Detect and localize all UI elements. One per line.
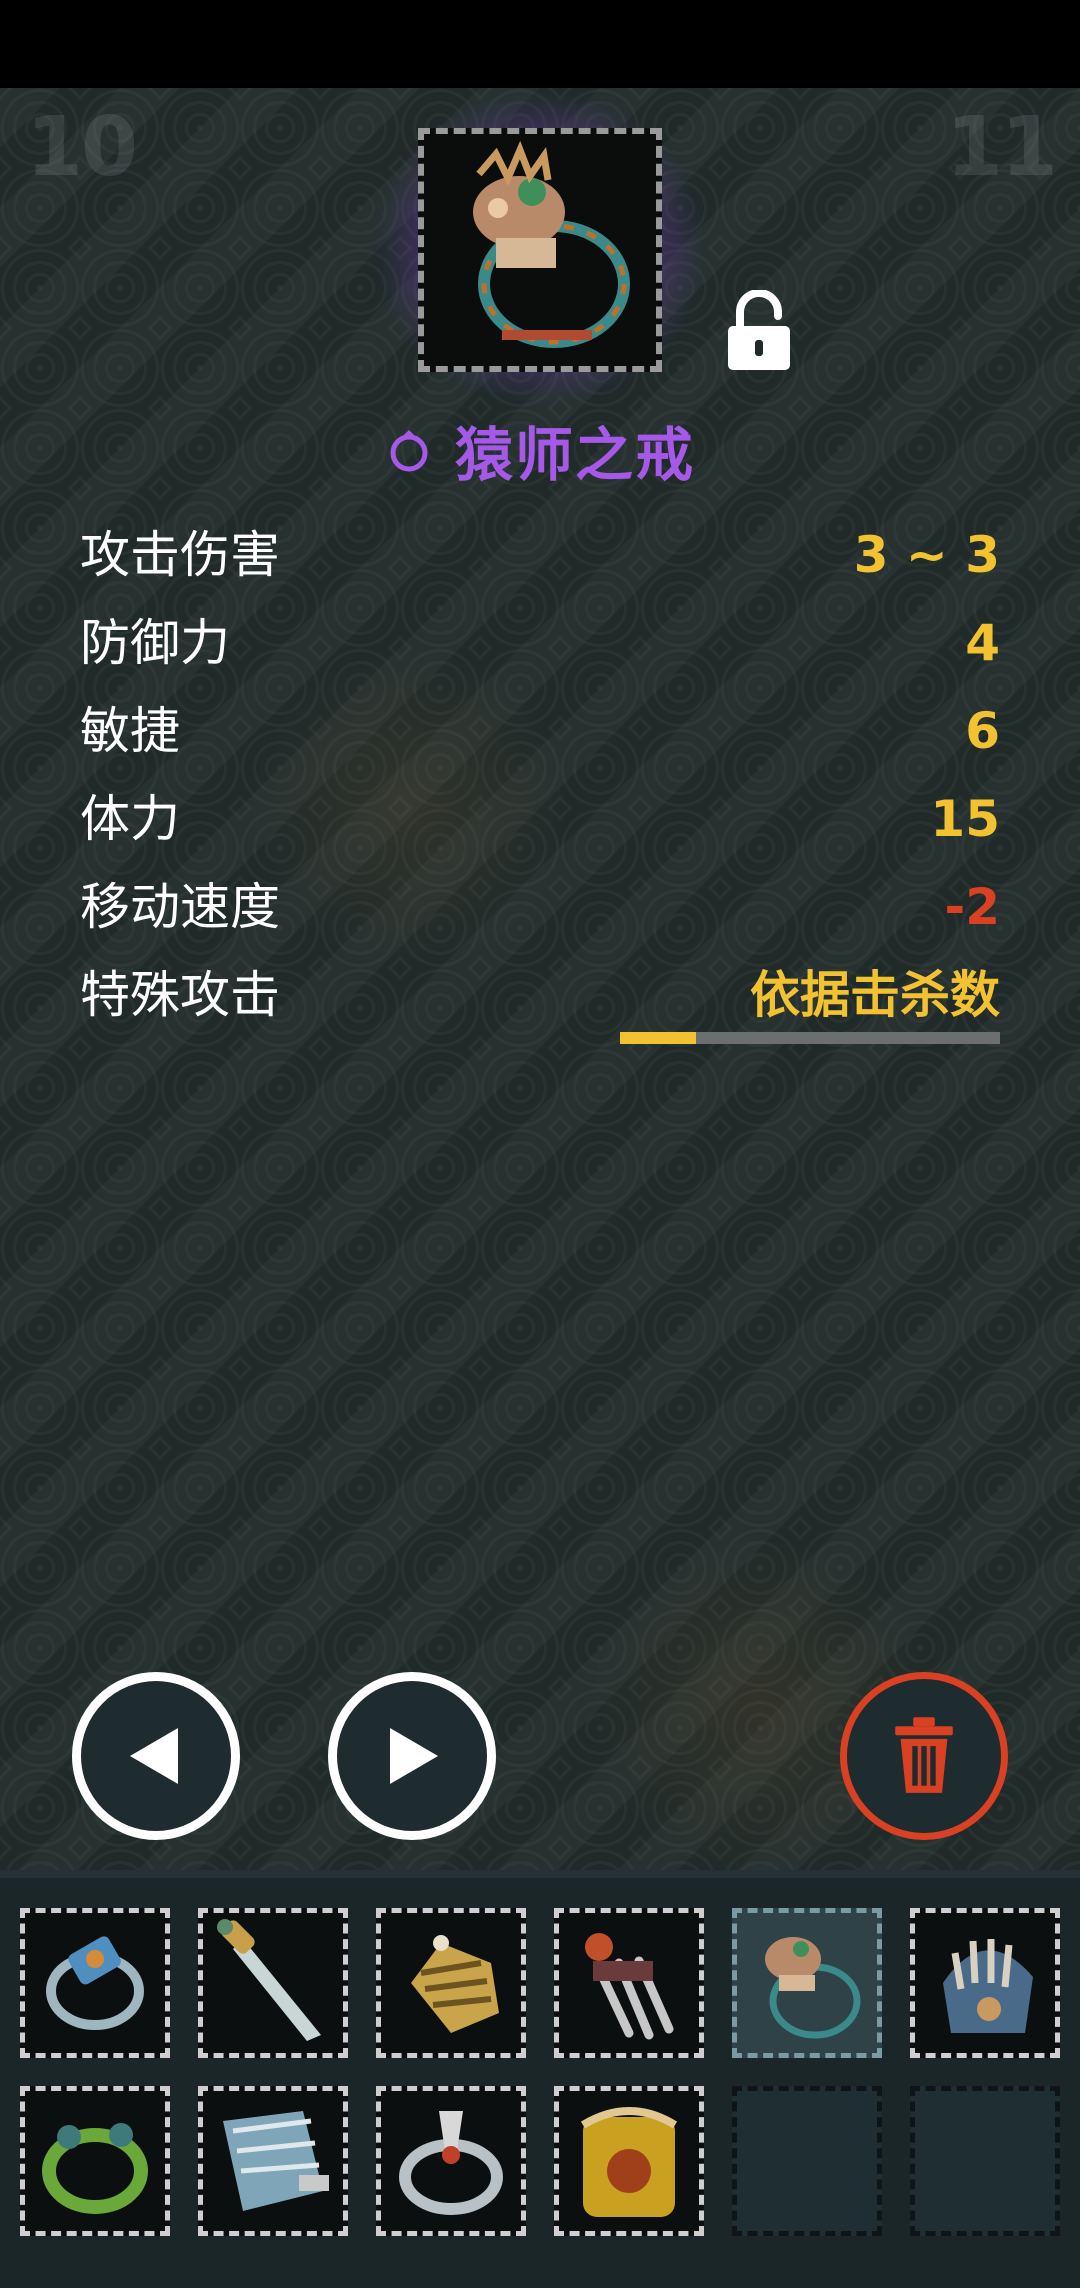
stat-label: 体力	[80, 790, 180, 848]
stat-row-defense: 防御力 4	[80, 603, 1000, 691]
stat-row-agility: 敏捷 6	[80, 691, 1000, 779]
stat-label: 防御力	[80, 614, 230, 672]
stat-row-move-speed: 移动速度 -2	[80, 867, 1000, 955]
blue-ring-icon	[46, 1936, 144, 2030]
stat-value: 依据击杀数	[750, 966, 1000, 1024]
stat-label: 敏捷	[80, 702, 180, 760]
stat-label: 移动速度	[80, 878, 280, 936]
inventory-slot-empty[interactable]	[910, 2086, 1060, 2236]
stat-value: 15	[930, 790, 1000, 848]
ring-icon	[390, 430, 428, 472]
item-title: 猿师之戒	[0, 410, 1080, 490]
gold-amulet-icon	[580, 2107, 678, 2217]
delete-item-button[interactable]	[840, 1672, 1008, 1840]
special-attack-progress-bar	[620, 1032, 1000, 1044]
inventory-slot-selected[interactable]	[732, 1908, 882, 2058]
inventory-slot[interactable]	[198, 2086, 348, 2236]
stat-label: 特殊攻击	[80, 966, 280, 1024]
inventory-slot[interactable]	[554, 2086, 704, 2236]
unlock-icon[interactable]	[724, 290, 794, 372]
next-item-button[interactable]	[328, 1672, 496, 1840]
stat-value: 3 ~ 3	[853, 526, 1000, 584]
trash-icon	[895, 1717, 953, 1793]
left-page-number: 10	[26, 100, 138, 195]
inventory-slot[interactable]	[376, 1908, 526, 2058]
dagger-icon	[217, 1919, 321, 2041]
inventory-slot[interactable]	[910, 1908, 1060, 2058]
inventory-slot[interactable]	[376, 2086, 526, 2236]
ape-helmet-icon	[943, 1939, 1033, 2033]
inventory-slot[interactable]	[20, 2086, 170, 2236]
jade-ring-icon	[42, 2123, 148, 2214]
stat-label: 攻击伤害	[80, 526, 280, 584]
left-triangle-icon	[130, 1728, 178, 1784]
stat-row-special-attack: 特殊攻击 依据击杀数	[80, 955, 1000, 1043]
inventory-slot[interactable]	[554, 1908, 704, 2058]
stat-value: 6	[965, 702, 1000, 760]
right-triangle-icon	[390, 1728, 438, 1784]
progress-fill	[620, 1032, 696, 1044]
inventory-slot-empty[interactable]	[732, 2086, 882, 2236]
inventory-panel	[0, 1870, 1080, 2288]
inventory-slot[interactable]	[198, 1908, 348, 2058]
claw-gauntlet-icon	[585, 1933, 674, 2040]
stat-row-attack: 攻击伤害 3 ~ 3	[80, 515, 1000, 603]
stat-list: 攻击伤害 3 ~ 3 防御力 4 敏捷 6 体力 15 移动速度 -2 特殊攻击…	[80, 515, 1000, 1043]
monkey-ring-icon	[424, 134, 656, 366]
right-page-number: 11	[945, 100, 1058, 195]
item-portrait	[418, 128, 662, 372]
gold-gauntlet-icon	[411, 1935, 499, 2033]
stat-value: -2	[944, 878, 1000, 936]
fan-blade-icon	[223, 2111, 329, 2211]
item-name: 猿师之戒	[454, 421, 695, 489]
monkey-ring-icon	[765, 1937, 861, 2039]
inventory-slot[interactable]	[20, 1908, 170, 2058]
previous-item-button[interactable]	[72, 1672, 240, 1840]
status-bar	[0, 0, 1080, 88]
stat-row-stamina: 体力 15	[80, 779, 1000, 867]
stat-value: 4	[965, 614, 1000, 672]
silver-ring-icon	[399, 2111, 503, 2215]
